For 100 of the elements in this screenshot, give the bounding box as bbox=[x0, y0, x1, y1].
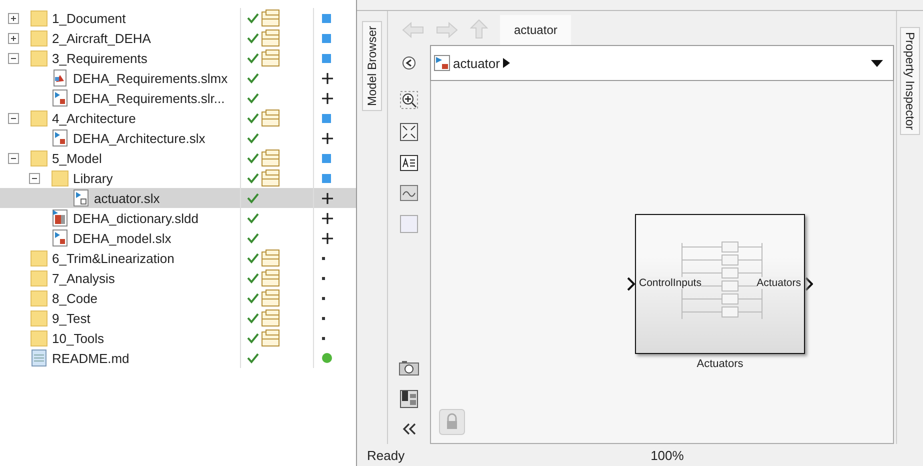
address-bar[interactable]: actuator bbox=[430, 45, 894, 81]
tab[interactable]: actuator bbox=[500, 15, 572, 45]
file-row[interactable]: DEHA_Requirements.slmx bbox=[0, 68, 356, 88]
model-file-icon bbox=[434, 55, 450, 71]
expander-icon[interactable] bbox=[8, 152, 19, 164]
file-name: DEHA_dictionary.sldd bbox=[73, 210, 198, 226]
circle-icon bbox=[322, 353, 332, 363]
dictionary-file-icon bbox=[51, 209, 69, 227]
status-message: Ready bbox=[367, 448, 405, 462]
expander-icon[interactable] bbox=[8, 52, 19, 64]
check-icon bbox=[247, 112, 259, 124]
plus-icon bbox=[322, 232, 333, 244]
plus-icon bbox=[322, 212, 333, 224]
file-name: 6_Trim&Linearization bbox=[52, 250, 174, 266]
folder-icon bbox=[51, 169, 69, 187]
file-name: 3_Requirements bbox=[52, 50, 148, 66]
file-row[interactable]: 3_Requirements bbox=[0, 48, 356, 68]
file-row[interactable]: 4_Architecture bbox=[0, 108, 356, 128]
file-name: 4_Architecture bbox=[52, 110, 136, 126]
check-icon bbox=[247, 52, 259, 64]
check-icon bbox=[247, 352, 259, 364]
folder-status-icon bbox=[261, 109, 281, 127]
file-name: DEHA_Requirements.slr... bbox=[73, 90, 225, 106]
input-port-icon bbox=[627, 277, 635, 291]
check-icon bbox=[247, 92, 259, 104]
square-icon bbox=[322, 154, 331, 162]
expander-icon[interactable] bbox=[8, 32, 19, 44]
file-row[interactable]: DEHA_dictionary.sldd bbox=[0, 208, 356, 228]
side-tab[interactable]: Model Browser bbox=[362, 21, 382, 112]
folder-status-icon bbox=[261, 329, 281, 347]
side-tab[interactable]: Property Inspector bbox=[900, 27, 920, 136]
collapse-icon[interactable] bbox=[401, 422, 417, 436]
port-label: Actuators bbox=[756, 277, 801, 289]
file-row[interactable]: 7_Analysis bbox=[0, 268, 356, 288]
document-icon bbox=[51, 69, 69, 87]
plus-icon bbox=[322, 132, 333, 144]
check-icon bbox=[247, 192, 259, 204]
back-icon[interactable] bbox=[402, 56, 416, 70]
check-icon bbox=[247, 272, 259, 284]
check-icon bbox=[247, 152, 259, 164]
model-file-icon bbox=[51, 129, 69, 147]
file-name: README.md bbox=[52, 350, 130, 366]
file-row[interactable]: 6_Trim&Linearization bbox=[0, 248, 356, 268]
diagram-canvas[interactable]: ControlInputs Actuators Actuators bbox=[430, 81, 894, 444]
file-row[interactable]: DEHA_Architecture.slx bbox=[0, 128, 356, 148]
file-name: 9_Test bbox=[52, 310, 90, 326]
check-icon bbox=[247, 252, 259, 264]
folder-icon bbox=[30, 49, 48, 67]
annotation-icon[interactable] bbox=[400, 155, 418, 171]
folder-status-icon bbox=[261, 309, 281, 327]
file-row[interactable]: 8_Code bbox=[0, 288, 356, 308]
square-icon bbox=[322, 14, 331, 22]
expander-icon[interactable] bbox=[8, 12, 19, 24]
folder-icon bbox=[30, 109, 48, 127]
breadcrumb[interactable]: actuator bbox=[453, 56, 500, 70]
file-row[interactable]: 2_Aircraft_DEHA bbox=[0, 28, 356, 48]
file-row[interactable]: DEHA_model.slx bbox=[0, 228, 356, 248]
file-name: DEHA_model.slx bbox=[73, 230, 172, 246]
folder-icon bbox=[30, 329, 48, 347]
text-file-icon bbox=[30, 349, 48, 367]
fit-view-icon[interactable] bbox=[400, 123, 418, 141]
file-row[interactable]: 5_Model bbox=[0, 148, 356, 168]
check-icon bbox=[247, 132, 259, 144]
file-name: 2_Aircraft_DEHA bbox=[52, 30, 151, 46]
image-icon[interactable] bbox=[400, 185, 418, 201]
file-name: DEHA_Requirements.slmx bbox=[73, 70, 228, 86]
expander-icon[interactable] bbox=[8, 112, 19, 124]
file-row[interactable]: actuator.slx bbox=[0, 188, 356, 208]
subsystem-block[interactable]: ControlInputs Actuators bbox=[635, 214, 805, 354]
model-file-icon bbox=[51, 89, 69, 107]
zoom-icon[interactable] bbox=[400, 91, 418, 109]
file-row[interactable]: 9_Test bbox=[0, 308, 356, 328]
folder-icon bbox=[30, 269, 48, 287]
square-icon bbox=[322, 34, 331, 42]
layout-icon[interactable] bbox=[400, 390, 418, 408]
file-name: 8_Code bbox=[52, 290, 98, 306]
plus-icon bbox=[322, 72, 333, 84]
folder-status-icon bbox=[261, 249, 281, 267]
file-name: 1_Document bbox=[52, 10, 126, 26]
folder-status-icon bbox=[261, 169, 281, 187]
check-icon bbox=[247, 232, 259, 244]
folder-status-icon bbox=[261, 49, 281, 67]
folder-status-icon bbox=[261, 289, 281, 307]
expander-icon[interactable] bbox=[29, 172, 40, 184]
model-file-icon bbox=[72, 189, 90, 207]
camera-icon[interactable] bbox=[399, 360, 419, 376]
square-icon bbox=[322, 114, 331, 122]
file-name: Library bbox=[73, 170, 113, 186]
file-row[interactable]: 1_Document bbox=[0, 8, 356, 28]
block-name: Actuators bbox=[696, 358, 744, 370]
file-name: 10_Tools bbox=[52, 330, 104, 346]
check-icon bbox=[247, 12, 259, 24]
file-row[interactable]: README.md bbox=[0, 348, 356, 368]
output-port-icon bbox=[805, 277, 813, 291]
file-row[interactable]: DEHA_Requirements.slr... bbox=[0, 88, 356, 108]
file-row[interactable]: 10_Tools bbox=[0, 328, 356, 348]
dropdown-icon[interactable] bbox=[871, 60, 883, 66]
file-name: actuator.slx bbox=[94, 190, 160, 206]
file-name: 5_Model bbox=[52, 150, 102, 166]
square-icon bbox=[322, 54, 331, 62]
